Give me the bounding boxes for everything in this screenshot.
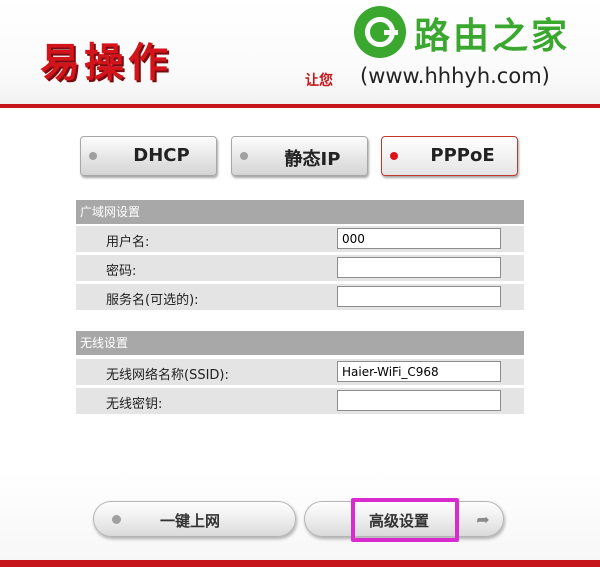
watermark-url: (www.hhhyh.com) <box>360 64 550 88</box>
ssid-input[interactable] <box>337 361 501 382</box>
radio-dot-icon <box>112 515 121 524</box>
footer-divider <box>0 560 600 567</box>
username-input[interactable] <box>337 228 501 249</box>
wireless-section-title: 无线设置 <box>76 331 524 355</box>
wan-service-name-row: 服务名(可选的): <box>76 284 524 312</box>
connect-label: 一键上网 <box>160 512 221 530</box>
wan-section-title: 广域网设置 <box>76 200 524 224</box>
mode-dhcp-button[interactable]: DHCP <box>80 136 217 176</box>
slogan: 让您 <box>305 73 333 89</box>
arrow-right-icon: ➦ <box>476 510 490 529</box>
radio-dot-icon <box>89 152 97 160</box>
password-input[interactable] <box>337 257 501 278</box>
ssid-label: 无线网络名称(SSID): <box>106 368 229 383</box>
service-name-label: 服务名(可选的): <box>106 293 199 308</box>
watermark-logo-icon <box>354 6 406 58</box>
password-label: 密码: <box>106 264 137 279</box>
service-name-input[interactable] <box>337 286 501 307</box>
mode-static-ip-button[interactable]: 静态IP <box>231 136 368 176</box>
logo: 易操作 <box>40 39 172 86</box>
one-click-connect-button[interactable]: 一键上网 <box>93 501 296 537</box>
mode-label: DHCP <box>133 145 190 166</box>
wan-password-row: 密码: <box>76 255 524 283</box>
radio-dot-selected-icon <box>390 152 398 160</box>
wan-username-row: 用户名: <box>76 226 524 254</box>
username-label: 用户名: <box>106 235 150 250</box>
wireless-key-row: 无线密钥: <box>76 388 524 416</box>
mode-pppoe-button[interactable]: PPPoE <box>381 136 518 176</box>
wireless-key-input[interactable] <box>337 390 501 411</box>
header: 易操作 让您 路由之家 (www.hhhyh.com) <box>0 0 600 108</box>
wireless-ssid-row: 无线网络名称(SSID): <box>76 359 524 387</box>
wireless-key-label: 无线密钥: <box>106 397 163 412</box>
radio-dot-icon <box>240 152 248 160</box>
mode-label: 静态IP <box>284 149 341 170</box>
mode-label: PPPoE <box>430 145 495 166</box>
watermark-brand: 路由之家 <box>414 16 571 57</box>
advanced-settings-highlight <box>351 498 459 542</box>
